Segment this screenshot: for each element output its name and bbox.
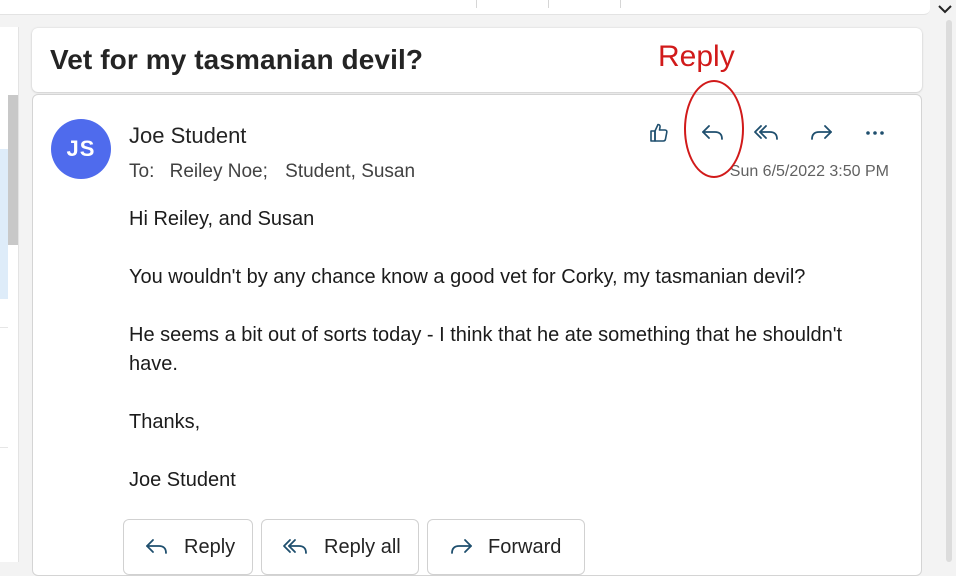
body-paragraph: He seems a bit out of sorts today - I th… bbox=[129, 324, 843, 375]
recipient-susan-student[interactable]: Student, Susan bbox=[285, 161, 415, 182]
reply-all-button-label: Reply all bbox=[324, 535, 401, 558]
forward-button-label: Forward bbox=[488, 535, 562, 558]
top-toolbar-strip bbox=[0, 0, 930, 15]
sender-name[interactable]: Joe Student bbox=[129, 123, 246, 149]
toolbar-divider bbox=[620, 0, 621, 8]
list-divider bbox=[0, 327, 8, 328]
body-paragraph: Joe Student bbox=[129, 469, 236, 491]
avatar[interactable]: JS bbox=[51, 119, 111, 179]
like-icon[interactable] bbox=[641, 115, 677, 151]
message-list-pane bbox=[0, 27, 19, 562]
forward-button[interactable]: Forward bbox=[427, 519, 585, 575]
body-paragraph: You wouldn't by any chance know a good v… bbox=[129, 266, 806, 288]
reply-all-icon bbox=[283, 539, 307, 554]
annotation-label: Reply bbox=[658, 40, 735, 73]
annotation-circle bbox=[684, 80, 744, 178]
body-paragraph: Thanks, bbox=[129, 411, 201, 433]
selected-message-item[interactable] bbox=[0, 149, 8, 299]
reply-button[interactable]: Reply bbox=[123, 519, 253, 575]
message-body: Hi Reiley, and Susan You wouldn't by any… bbox=[129, 205, 889, 524]
toolbar-divider bbox=[476, 0, 477, 8]
recipient-reiley-noe[interactable]: Reiley Noe; bbox=[170, 161, 268, 182]
email-subject: Vet for my tasmanian devil? bbox=[50, 44, 424, 75]
message-timestamp: Sun 6/5/2022 3:50 PM bbox=[729, 163, 889, 180]
reply-icon bbox=[146, 539, 167, 554]
forward-icon[interactable] bbox=[803, 115, 839, 151]
body-paragraph: Hi Reiley, and Susan bbox=[129, 208, 315, 230]
subject-header: Vet for my tasmanian devil? bbox=[32, 28, 922, 92]
toolbar-divider bbox=[548, 0, 549, 8]
recipients-row: To: Reiley Noe; Student, Susan bbox=[129, 161, 415, 183]
chevron-down-icon[interactable] bbox=[934, 0, 956, 18]
forward-icon bbox=[451, 539, 472, 554]
reply-all-icon[interactable] bbox=[749, 115, 785, 151]
reply-button-label: Reply bbox=[184, 535, 236, 558]
message-list-scrollbar[interactable] bbox=[8, 95, 18, 245]
to-label: To: bbox=[129, 161, 155, 182]
more-icon[interactable] bbox=[857, 115, 893, 151]
message-card: JS Joe Student To: Reiley Noe; Student, … bbox=[32, 94, 922, 576]
reading-pane-scrollbar[interactable] bbox=[946, 20, 952, 562]
list-divider bbox=[0, 447, 8, 448]
reply-all-button[interactable]: Reply all bbox=[261, 519, 419, 575]
